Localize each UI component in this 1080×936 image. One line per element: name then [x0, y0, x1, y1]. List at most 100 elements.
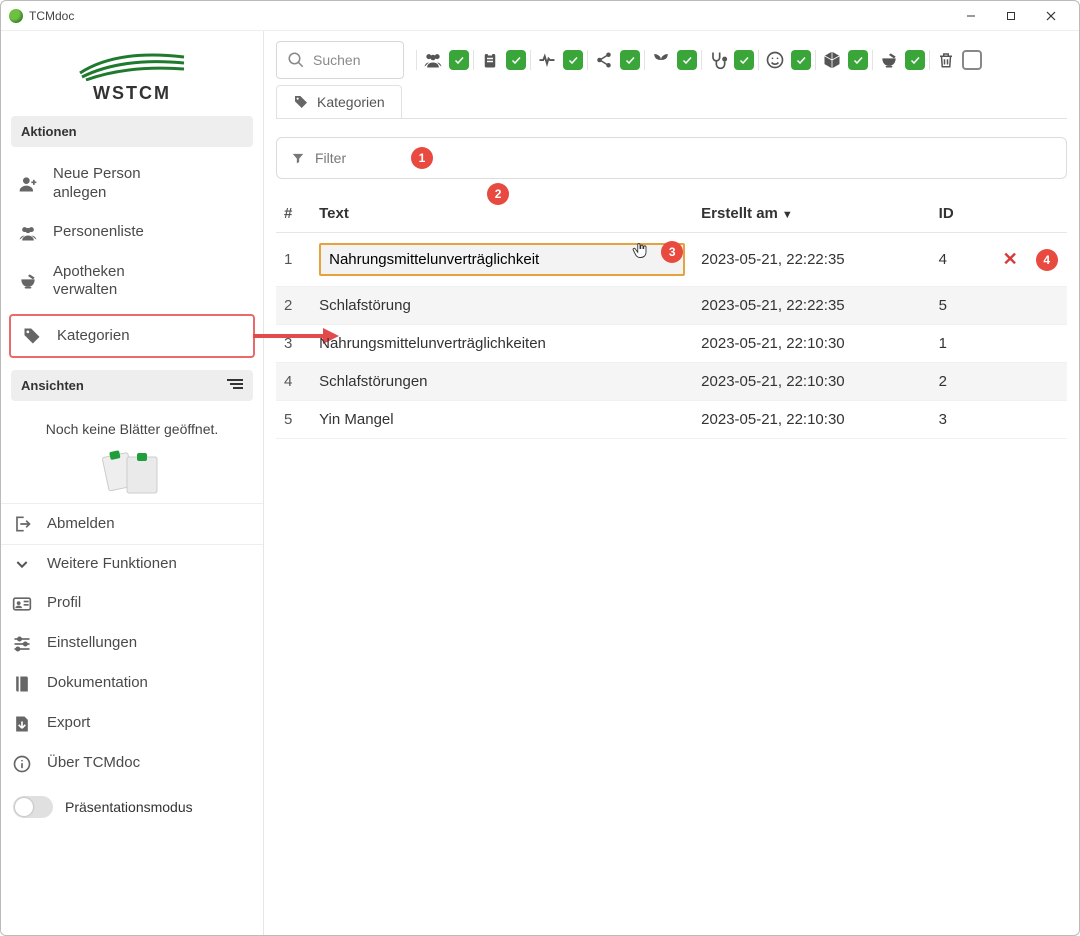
presentation-mode-row[interactable]: Präsentationsmodus: [1, 784, 263, 826]
sidebar-item-personenliste[interactable]: Personenliste: [7, 213, 257, 253]
checkbox[interactable]: [791, 50, 811, 70]
hand-cursor-icon: [631, 239, 649, 265]
cell-id: 4: [931, 233, 993, 287]
info-icon: [11, 754, 33, 774]
table-row[interactable]: 3Nahrungsmittelunverträglichkeiten2023-0…: [276, 325, 1067, 363]
table-row[interactable]: 4Schlafstörungen2023-05-21, 22:10:302: [276, 363, 1067, 401]
logo-waves-icon: [72, 47, 192, 81]
checkbox[interactable]: [563, 50, 583, 70]
cell-text: Schlafstörung: [311, 287, 693, 325]
checkbox[interactable]: [734, 50, 754, 70]
toolbar-filter-share[interactable]: [587, 50, 640, 70]
sidebar-item-label: Neue Person anlegen: [53, 165, 173, 203]
checkbox[interactable]: [905, 50, 925, 70]
filter-bar[interactable]: Filter 1: [276, 137, 1067, 179]
filter-label: Filter: [315, 150, 346, 166]
sidebar-item-export[interactable]: Export: [1, 704, 263, 744]
cell-id: 5: [931, 287, 993, 325]
col-head-text[interactable]: Text 2: [311, 195, 693, 233]
checkbox[interactable]: [677, 50, 697, 70]
sidebar-item-label: Abmelden: [47, 515, 253, 534]
callout-marker-2: 2: [487, 183, 509, 205]
window-maximize-button[interactable]: [991, 2, 1031, 30]
logo-text: WSTCM: [1, 83, 263, 104]
sidebar-item-ueber[interactable]: Über TCMdoc: [1, 744, 263, 784]
logo: WSTCM: [1, 39, 263, 108]
checkbox[interactable]: [506, 50, 526, 70]
toolbar-filter-clipboard[interactable]: [473, 50, 526, 70]
toolbar-filter-cube[interactable]: [815, 50, 868, 70]
cell-id: 3: [931, 401, 993, 439]
sidebar-item-kategorien[interactable]: Kategorien: [9, 314, 255, 358]
table-row[interactable]: 2Schlafstörung2023-05-21, 22:22:355: [276, 287, 1067, 325]
callout-marker-1: 1: [411, 147, 433, 169]
list-icon: [227, 378, 243, 393]
app-icon: [9, 9, 23, 23]
sidebar-item-weitere[interactable]: Weitere Funktionen: [1, 545, 263, 584]
tab-strip: Kategorien: [264, 85, 1079, 118]
table-row[interactable]: 132023-05-21, 22:22:354✕4: [276, 233, 1067, 287]
toolbar-filter-smile[interactable]: [758, 50, 811, 70]
clipboard-icon: [480, 50, 500, 70]
toolbar-filter-trash[interactable]: [929, 50, 982, 70]
tab-label: Kategorien: [317, 94, 385, 110]
col-head-date[interactable]: Erstellt am▼: [693, 195, 931, 233]
sort-desc-icon: ▼: [782, 209, 793, 221]
sidebar-section-ansichten: Ansichten: [11, 370, 253, 401]
tab-kategorien[interactable]: Kategorien: [276, 85, 402, 118]
cell-text-editing[interactable]: 3: [311, 233, 693, 287]
checkbox[interactable]: [449, 50, 469, 70]
sidebar-item-dokumentation[interactable]: Dokumentation: [1, 664, 263, 704]
cell-marker: 4: [1028, 233, 1067, 287]
delete-x-icon[interactable]: ✕: [1003, 249, 1018, 269]
cell-id: 2: [931, 363, 993, 401]
table-row[interactable]: 5Yin Mangel2023-05-21, 22:10:303: [276, 401, 1067, 439]
toolbar-filter-people[interactable]: [416, 50, 469, 70]
sidebar-item-abmelden[interactable]: Abmelden: [1, 504, 263, 544]
sidebar-item-profil[interactable]: Profil: [1, 584, 263, 624]
toolbar-filter-stethoscope[interactable]: [701, 50, 754, 70]
sidebar-item-apotheken[interactable]: Apotheken verwalten: [7, 253, 257, 311]
cell-date: 2023-05-21, 22:22:35: [693, 233, 931, 287]
col-head-num[interactable]: #: [276, 195, 311, 233]
export-icon: [11, 714, 33, 734]
search-placeholder: Suchen: [313, 52, 360, 68]
mortar-icon: [879, 50, 899, 70]
presentation-mode-toggle[interactable]: [13, 796, 53, 818]
toolbar: Suchen: [264, 31, 1079, 85]
search-input[interactable]: Suchen: [276, 41, 404, 79]
callout-marker-3: 3: [661, 241, 683, 263]
checkbox[interactable]: [848, 50, 868, 70]
cell-num: 5: [276, 401, 311, 439]
sidebar-item-einstellungen[interactable]: Einstellungen: [1, 624, 263, 664]
window-minimize-button[interactable]: [951, 2, 991, 30]
logout-icon: [11, 514, 33, 534]
toolbar-filter-seedling[interactable]: [644, 50, 697, 70]
cell-id: 1: [931, 325, 993, 363]
checkbox[interactable]: [620, 50, 640, 70]
sidebar-item-label: Weitere Funktionen: [47, 555, 253, 574]
cell-date: 2023-05-21, 22:10:30: [693, 325, 931, 363]
tag-icon: [293, 94, 309, 110]
cell-delete[interactable]: ✕: [993, 233, 1028, 287]
chevron-down-icon: [11, 556, 33, 572]
tag-icon: [21, 326, 43, 346]
book-icon: [11, 674, 33, 694]
search-icon: [287, 51, 305, 69]
window-close-button[interactable]: [1031, 2, 1071, 30]
smile-icon: [765, 50, 785, 70]
checkbox[interactable]: [962, 50, 982, 70]
toolbar-filter-heartbeat[interactable]: [530, 50, 583, 70]
cell-text: Yin Mangel: [311, 401, 693, 439]
main: Suchen Kategorien Filter 1: [264, 31, 1079, 935]
sidebar-item-neue-person[interactable]: Neue Person anlegen: [7, 155, 257, 213]
sidebar: WSTCM Aktionen Neue Person anlegen Perso…: [1, 31, 264, 935]
categories-table: # Text 2 Erstellt am▼ ID: [276, 195, 1067, 439]
people-icon: [423, 50, 443, 70]
col-head-id[interactable]: ID: [931, 195, 993, 233]
toolbar-filter-mortar[interactable]: [872, 50, 925, 70]
seedling-icon: [651, 50, 671, 70]
sidebar-item-label: Personenliste: [53, 223, 247, 242]
share-icon: [594, 50, 614, 70]
trash-icon: [936, 50, 956, 70]
